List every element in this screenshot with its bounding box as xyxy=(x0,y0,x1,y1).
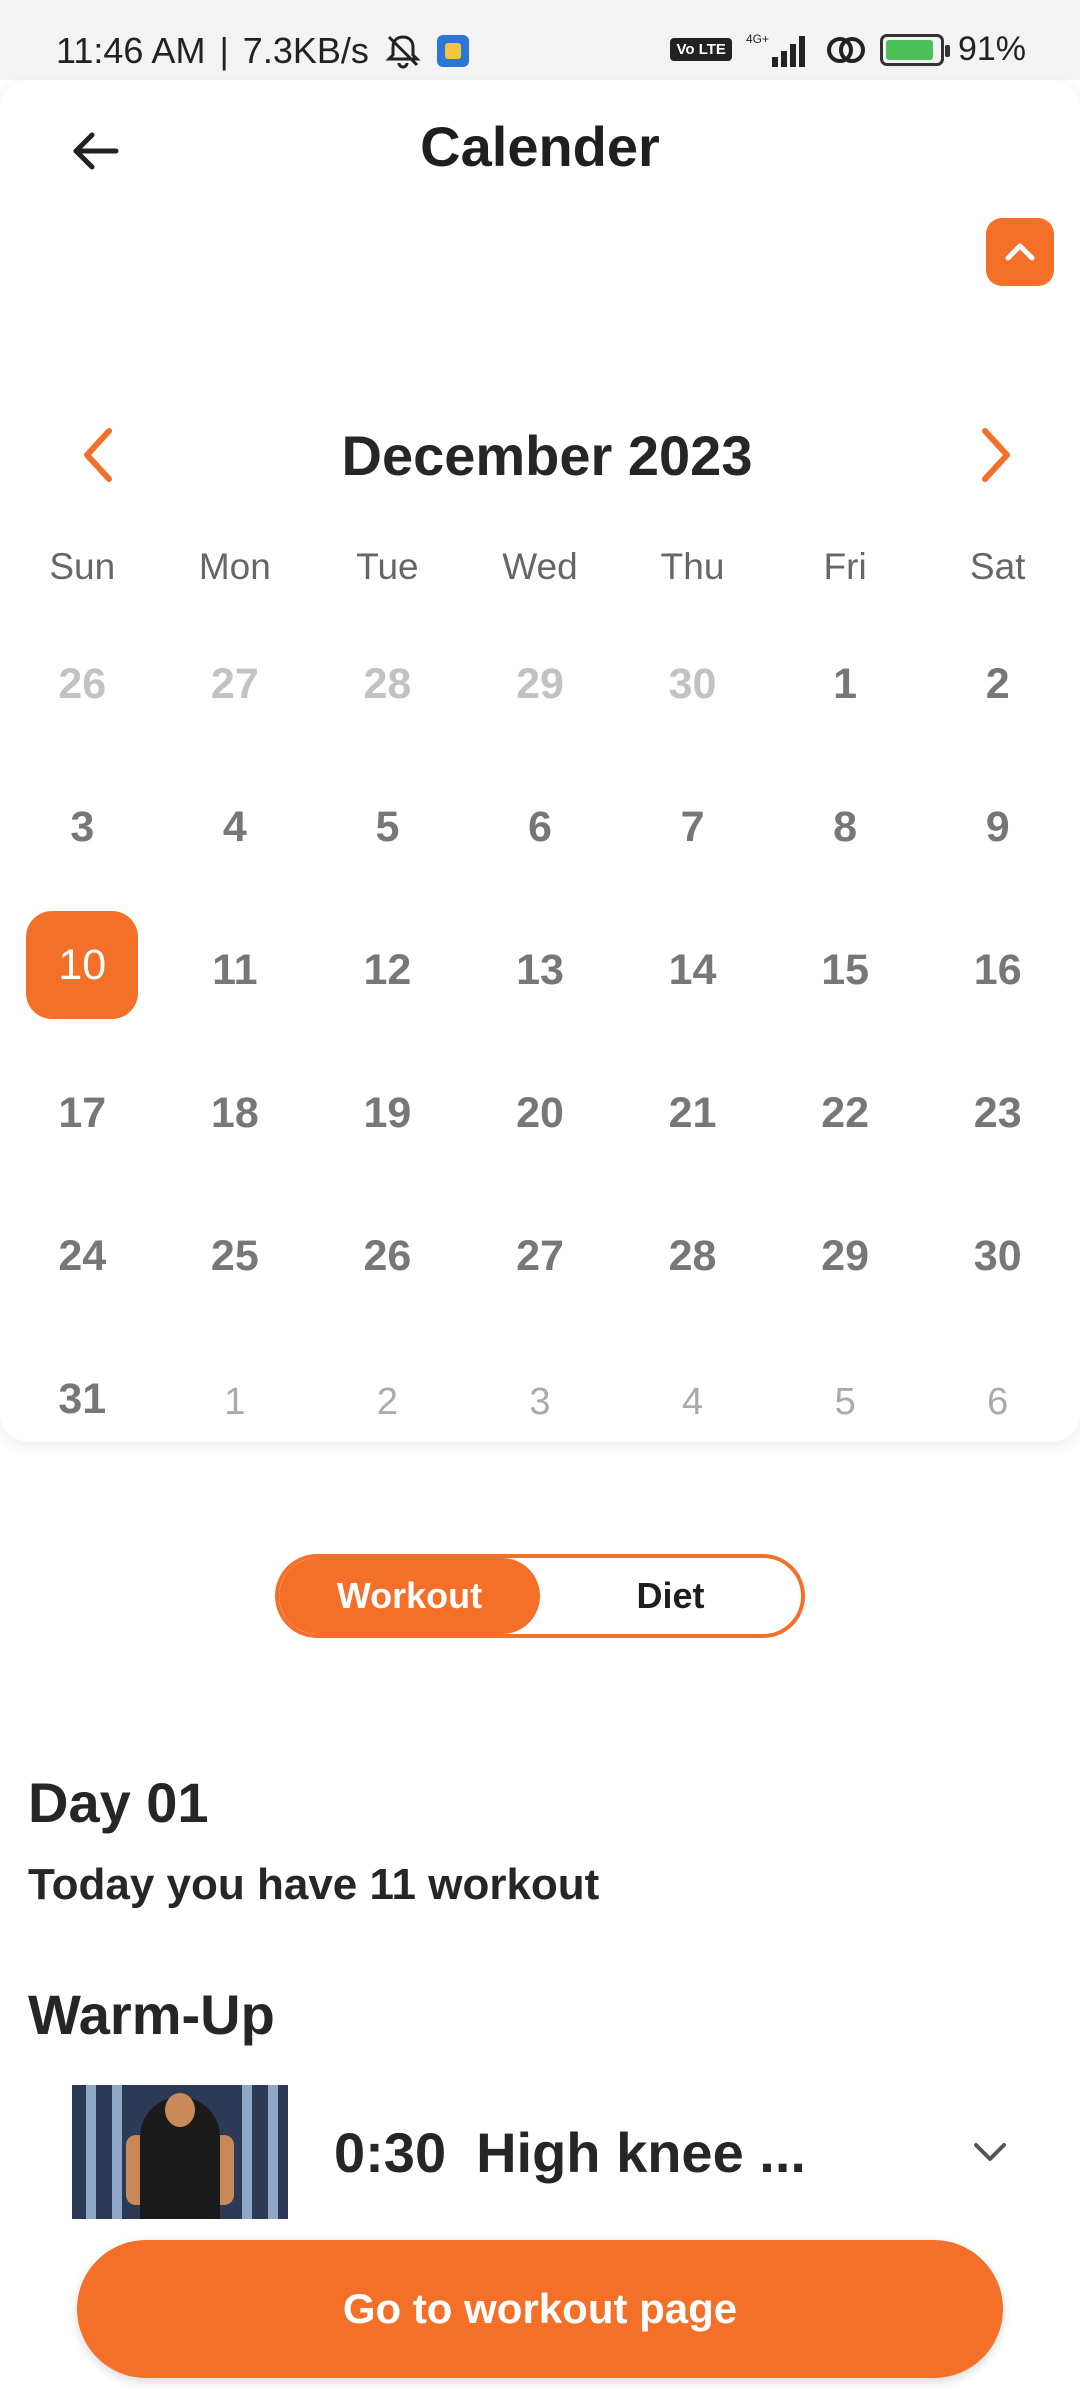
status-separator: | xyxy=(219,30,229,71)
calendar-day[interactable]: 27 xyxy=(464,1232,617,1375)
calendar-card: Calender December 2023 Sun Mon Tue Wed T… xyxy=(0,80,1080,1442)
calendar-day[interactable]: 5 xyxy=(311,803,464,946)
calendar-day[interactable]: 25 xyxy=(159,1232,312,1375)
calendar-day[interactable]: 6 xyxy=(921,1375,1074,1518)
exercise-item[interactable]: 0:30 High knee ... xyxy=(72,2084,1020,2220)
calendar-day[interactable]: 18 xyxy=(159,1089,312,1232)
svg-text:4G+: 4G+ xyxy=(746,32,769,46)
page-title: Calender xyxy=(420,115,660,178)
calendar-day[interactable]: 9 xyxy=(921,803,1074,946)
weekday-label: Tue xyxy=(356,546,419,587)
calendar-day[interactable]: 29 xyxy=(769,1232,922,1375)
go-to-workout-button[interactable]: Go to workout page xyxy=(77,2240,1003,2378)
exercise-thumbnail xyxy=(72,2085,288,2219)
calendar-day[interactable]: 30 xyxy=(921,1232,1074,1375)
calendar-day[interactable]: 17 xyxy=(6,1089,159,1232)
calendar-day[interactable]: 31 xyxy=(6,1375,159,1518)
calendar-day[interactable]: 11 xyxy=(159,946,312,1089)
calendar-day[interactable]: 28 xyxy=(311,660,464,803)
workout-summary: Today you have 11 workout xyxy=(28,1860,600,1909)
status-left: 11:46 AM | 7.3KB/s xyxy=(56,30,469,72)
calendar-day[interactable]: 22 xyxy=(769,1089,922,1232)
next-month-button[interactable] xyxy=(954,415,1034,495)
chevron-up-icon xyxy=(1005,243,1035,261)
status-time: 11:46 AM xyxy=(56,30,206,71)
calendar-day[interactable]: 1 xyxy=(159,1375,312,1518)
day-heading: Day 01 xyxy=(28,1771,209,1834)
calendar-day[interactable]: 20 xyxy=(464,1089,617,1232)
workout-diet-toggle: Workout Diet xyxy=(275,1554,805,1638)
volte-icon: Vo LTE xyxy=(670,38,732,61)
calendar-day[interactable]: 14 xyxy=(616,946,769,1089)
chevron-down-icon[interactable] xyxy=(960,2122,1020,2182)
previous-month-button[interactable] xyxy=(60,415,140,495)
weekday-label: Mon xyxy=(198,546,271,587)
calendar-day[interactable]: 23 xyxy=(921,1089,1074,1232)
weekday-header: Sun Mon Tue Wed Thu Fri Sat xyxy=(6,546,1074,606)
weekday-label: Sun xyxy=(49,546,116,587)
tab-diet[interactable]: Diet xyxy=(540,1558,801,1634)
exercise-duration: 0:30 xyxy=(334,2120,447,2184)
status-speed: 7.3KB/s xyxy=(242,30,369,71)
calendar-day[interactable]: 5 xyxy=(769,1375,922,1518)
month-navigation: December 2023 xyxy=(60,410,1034,500)
calendar-day[interactable]: 24 xyxy=(6,1232,159,1375)
calendar-day[interactable]: 26 xyxy=(6,660,159,803)
calendar-grid: 26 27 28 29 30 1 2 3 4 5 6 7 8 9 10 11 1… xyxy=(6,660,1074,1518)
calendar-day[interactable]: 1 xyxy=(769,660,922,803)
calendar-day[interactable]: 21 xyxy=(616,1089,769,1232)
calendar-day[interactable]: 12 xyxy=(311,946,464,1089)
chevron-right-icon xyxy=(981,428,1010,482)
collapse-calendar-button[interactable] xyxy=(986,218,1054,286)
battery-level: 91% xyxy=(957,30,1026,68)
calendar-day-selected[interactable]: 10 xyxy=(6,911,159,1089)
calendar-day[interactable]: 7 xyxy=(616,803,769,946)
exercise-name: High knee ... xyxy=(476,2120,806,2184)
tab-workout[interactable]: Workout xyxy=(279,1558,540,1634)
calendar-day[interactable]: 15 xyxy=(769,946,922,1089)
calendar-day[interactable]: 4 xyxy=(159,803,312,946)
calendar-day[interactable]: 2 xyxy=(921,660,1074,803)
calendar-day[interactable]: 27 xyxy=(159,660,312,803)
calendar-day[interactable]: 4 xyxy=(616,1375,769,1518)
mute-icon xyxy=(383,31,423,71)
weekday-label: Fri xyxy=(823,546,867,587)
status-right: Vo LTE 4G+ 91% xyxy=(670,30,1026,69)
chevron-left-icon xyxy=(84,428,112,482)
app-notification-icon xyxy=(436,35,469,67)
battery-icon xyxy=(879,33,950,66)
signal-icon: 4G+ xyxy=(746,31,812,69)
calendar-day[interactable]: 2 xyxy=(311,1375,464,1518)
calendar-day[interactable]: 16 xyxy=(921,946,1074,1089)
calendar-day[interactable]: 29 xyxy=(464,660,617,803)
month-title: December 2023 xyxy=(341,423,753,487)
calendar-day[interactable]: 3 xyxy=(464,1375,617,1518)
calendar-day[interactable]: 26 xyxy=(311,1232,464,1375)
calendar-day[interactable]: 28 xyxy=(616,1232,769,1375)
calendar-day[interactable]: 8 xyxy=(769,803,922,946)
calendar-day[interactable]: 30 xyxy=(616,660,769,803)
weekday-label: Thu xyxy=(660,546,725,587)
section-title: Warm-Up xyxy=(28,1983,275,2046)
weekday-label: Wed xyxy=(502,546,578,587)
status-bar: 11:46 AM | 7.3KB/s Vo LTE 4G+ 91% xyxy=(0,0,1080,80)
weekday-label: Sat xyxy=(969,546,1026,587)
calendar-day[interactable]: 6 xyxy=(464,803,617,946)
link-icon xyxy=(826,32,866,68)
calendar-day[interactable]: 13 xyxy=(464,946,617,1089)
calendar-day[interactable]: 19 xyxy=(311,1089,464,1232)
